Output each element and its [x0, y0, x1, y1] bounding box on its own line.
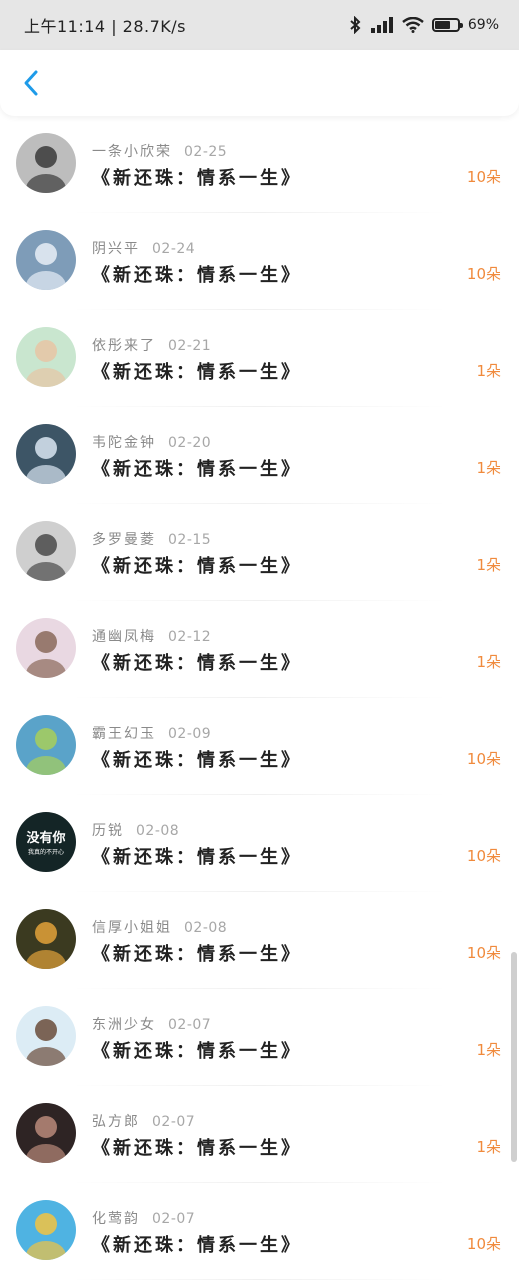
- avatar[interactable]: [16, 424, 76, 484]
- send-date: 02-09: [168, 726, 212, 742]
- send-date: 02-21: [168, 338, 212, 354]
- send-date: 02-08: [184, 920, 228, 936]
- avatar[interactable]: [16, 521, 76, 581]
- book-title: 《新还珠：情系一生》: [92, 1235, 302, 1256]
- book-title: 《新还珠：情系一生》: [92, 847, 302, 868]
- list-item[interactable]: 东洲少女 02-07 《新还珠：情系一生》 1朵: [0, 989, 519, 1086]
- sender-name: 多罗曼菱: [92, 532, 156, 548]
- list-item[interactable]: 阴兴平 02-24 《新还珠：情系一生》 10朵: [0, 213, 519, 310]
- status-time-speed: 上午11:14 | 28.7K/s: [24, 17, 187, 36]
- send-date: 02-07: [168, 1017, 212, 1033]
- send-date: 02-25: [184, 144, 228, 160]
- send-date: 02-20: [168, 435, 212, 451]
- book-title: 《新还珠：情系一生》: [92, 1138, 302, 1159]
- sender-meta: 历锐 02-08: [92, 820, 179, 840]
- battery-percent: 69%: [467, 17, 499, 33]
- book-title: 《新还珠：情系一生》: [92, 556, 302, 577]
- gift-amount: 10朵: [466, 1235, 501, 1253]
- book-title: 《新还珠：情系一生》: [92, 1041, 302, 1062]
- gift-amount: 1朵: [476, 1138, 501, 1156]
- avatar[interactable]: [16, 618, 76, 678]
- gift-amount: 1朵: [476, 1041, 501, 1059]
- book-title: 《新还珠：情系一生》: [92, 168, 302, 189]
- list-item[interactable]: 通幽凤梅 02-12 《新还珠：情系一生》 1朵: [0, 601, 519, 698]
- gift-amount: 1朵: [476, 556, 501, 574]
- list-item[interactable]: 韦陀金钟 02-20 《新还珠：情系一生》 1朵: [0, 407, 519, 504]
- scrollbar[interactable]: [511, 952, 517, 1162]
- sender-meta: 化莺韵 02-07: [92, 1208, 195, 1228]
- sender-meta: 阴兴平 02-24: [92, 238, 195, 258]
- gift-amount: 1朵: [476, 362, 501, 380]
- avatar-subtext: 我真的不开心: [28, 848, 64, 856]
- list-item[interactable]: 多罗曼菱 02-15 《新还珠：情系一生》 1朵: [0, 504, 519, 601]
- gift-amount: 10朵: [466, 750, 501, 768]
- sender-meta: 弘方郎 02-07: [92, 1111, 195, 1131]
- list-item[interactable]: 依彤来了 02-21 《新还珠：情系一生》 1朵: [0, 310, 519, 407]
- send-date: 02-08: [136, 823, 180, 839]
- battery-icon: [431, 18, 463, 32]
- list-item[interactable]: 弘方郎 02-07 《新还珠：情系一生》 1朵: [0, 1086, 519, 1183]
- status-icons: 69%: [348, 16, 499, 34]
- list-item[interactable]: 一条小欣荣 02-25 《新还珠：情系一生》 10朵: [0, 116, 519, 213]
- book-title: 《新还珠：情系一生》: [92, 265, 302, 286]
- sender-meta: 韦陀金钟 02-20: [92, 432, 211, 452]
- avatar[interactable]: [16, 715, 76, 775]
- gift-amount: 1朵: [476, 459, 501, 477]
- gift-record-list: 一条小欣荣 02-25 《新还珠：情系一生》 10朵 阴兴平 02-24 《新还珠：…: [0, 116, 519, 1280]
- list-item[interactable]: 信厚小姐姐 02-08 《新还珠：情系一生》 10朵: [0, 892, 519, 989]
- back-button[interactable]: [16, 63, 46, 103]
- book-title: 《新还珠：情系一生》: [92, 459, 302, 480]
- avatar-text: 没有你: [26, 830, 65, 846]
- avatar[interactable]: [16, 1200, 76, 1260]
- send-date: 02-24: [152, 241, 196, 257]
- avatar[interactable]: [16, 327, 76, 387]
- avatar[interactable]: [16, 230, 76, 290]
- sender-name: 信厚小姐姐: [92, 920, 172, 936]
- send-date: 02-12: [168, 629, 212, 645]
- sender-name: 弘方郎: [92, 1114, 140, 1130]
- sender-name: 化莺韵: [92, 1211, 140, 1227]
- send-date: 02-07: [152, 1114, 196, 1130]
- avatar[interactable]: 没有你 我真的不开心: [16, 812, 76, 872]
- sender-name: 东洲少女: [92, 1017, 156, 1033]
- bluetooth-icon: [348, 16, 362, 34]
- list-item[interactable]: 没有你 我真的不开心 历锐 02-08 《新还珠：情系一生》 10朵: [0, 795, 519, 892]
- gift-amount: 10朵: [466, 944, 501, 962]
- sender-meta: 信厚小姐姐 02-08: [92, 917, 227, 937]
- top-nav-bar: [0, 50, 519, 116]
- sender-name: 通幽凤梅: [92, 629, 156, 645]
- status-bar: 上午11:14 | 28.7K/s 69%: [0, 0, 519, 50]
- wifi-icon: [402, 17, 424, 33]
- sender-meta: 东洲少女 02-07: [92, 1014, 211, 1034]
- send-date: 02-07: [152, 1211, 196, 1227]
- sender-name: 依彤来了: [92, 338, 156, 354]
- list-item[interactable]: 霸王幻玉 02-09 《新还珠：情系一生》 10朵: [0, 698, 519, 795]
- sender-meta: 霸王幻玉 02-09: [92, 723, 211, 743]
- book-title: 《新还珠：情系一生》: [92, 362, 302, 383]
- sender-name: 一条小欣荣: [92, 144, 172, 160]
- sender-meta: 依彤来了 02-21: [92, 335, 211, 355]
- sender-meta: 多罗曼菱 02-15: [92, 529, 211, 549]
- avatar[interactable]: [16, 909, 76, 969]
- book-title: 《新还珠：情系一生》: [92, 653, 302, 674]
- signal-icon: [370, 17, 394, 33]
- sender-meta: 通幽凤梅 02-12: [92, 626, 211, 646]
- sender-name: 阴兴平: [92, 241, 140, 257]
- avatar[interactable]: [16, 133, 76, 193]
- send-date: 02-15: [168, 532, 212, 548]
- list-item[interactable]: 化莺韵 02-07 《新还珠：情系一生》 10朵: [0, 1183, 519, 1280]
- gift-amount: 10朵: [466, 265, 501, 283]
- sender-name: 霸王幻玉: [92, 726, 156, 742]
- sender-name: 历锐: [92, 823, 124, 839]
- gift-amount: 10朵: [466, 847, 501, 865]
- avatar[interactable]: [16, 1103, 76, 1163]
- sender-meta: 一条小欣荣 02-25: [92, 141, 227, 161]
- gift-amount: 10朵: [466, 168, 501, 186]
- chevron-left-icon: [24, 70, 38, 96]
- avatar[interactable]: [16, 1006, 76, 1066]
- sender-name: 韦陀金钟: [92, 435, 156, 451]
- book-title: 《新还珠：情系一生》: [92, 750, 302, 771]
- gift-amount: 1朵: [476, 653, 501, 671]
- book-title: 《新还珠：情系一生》: [92, 944, 302, 965]
